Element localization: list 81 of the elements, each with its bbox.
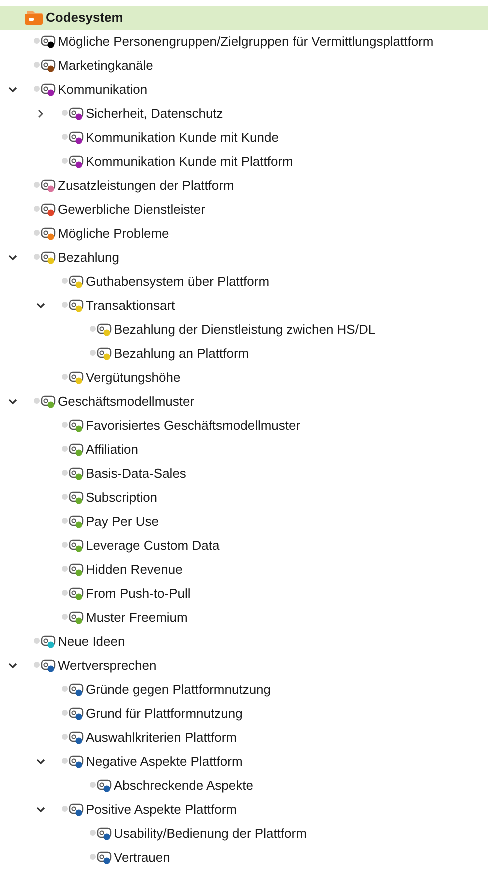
code-label[interactable]: Bezahlung der Dienstleistung zwichen HS/DL [114, 320, 376, 340]
code-label[interactable]: Zusatzleistungen der Plattform [58, 176, 234, 196]
code-label[interactable]: Leverage Custom Data [86, 536, 220, 556]
chevron-down-icon[interactable] [8, 397, 18, 407]
code-tag-icon [34, 59, 56, 73]
code-label[interactable]: Sicherheit, Datenschutz [86, 104, 224, 124]
code-label[interactable]: Hidden Revenue [86, 560, 183, 580]
code-tag-icon [62, 107, 84, 121]
code-tag-icon [62, 131, 84, 145]
code-label[interactable]: Favorisiertes Geschäftsmodellmuster [86, 416, 301, 436]
code-tag-icon [62, 419, 84, 433]
code-tag-icon [62, 587, 84, 601]
code-tag-icon [62, 275, 84, 289]
folder-icon [24, 10, 44, 26]
code-label[interactable]: Kommunikation Kunde mit Kunde [86, 128, 279, 148]
code-tag-icon [90, 827, 112, 841]
code-label[interactable]: Vergütungshöhe [86, 368, 181, 388]
code-label[interactable]: Negative Aspekte Plattform [86, 752, 243, 772]
code-tag-icon [90, 851, 112, 865]
code-tag-icon [34, 203, 56, 217]
code-label[interactable]: Subscription [86, 488, 158, 508]
code-label[interactable]: Mögliche Probleme [58, 224, 170, 244]
chevron-down-icon[interactable] [8, 661, 18, 671]
code-label[interactable]: Bezahlung an Plattform [114, 344, 250, 364]
code-tag-icon [34, 35, 56, 49]
code-tag-icon [34, 659, 56, 673]
root-row[interactable]: Codesystem [0, 6, 488, 30]
code-tag-icon [62, 299, 84, 313]
code-tag-icon [62, 443, 84, 457]
chevron-down-icon[interactable] [36, 757, 46, 767]
code-tag-icon [34, 227, 56, 241]
code-label[interactable]: Bezahlung [58, 248, 120, 268]
code-label[interactable]: From Push-to-Pull [86, 584, 191, 604]
chevron-down-icon[interactable] [36, 301, 46, 311]
code-label[interactable]: Muster Freemium [86, 608, 188, 628]
code-label[interactable]: Geschäftsmodellmuster [58, 392, 195, 412]
code-tag-icon [62, 803, 84, 817]
code-tag-icon [62, 515, 84, 529]
code-tag-icon [62, 707, 84, 721]
code-tag-icon [62, 491, 84, 505]
code-label[interactable]: Grund für Plattformnutzung [86, 704, 243, 724]
code-tag-icon [34, 635, 56, 649]
code-tag-icon [62, 467, 84, 481]
code-label[interactable]: Guthabensystem über Plattform [86, 272, 270, 292]
code-label[interactable]: Abschreckende Aspekte [114, 776, 254, 796]
code-tag-icon [62, 371, 84, 385]
code-label[interactable]: Transaktionsart [86, 296, 176, 316]
code-tag-icon [62, 731, 84, 745]
code-tag-icon [90, 779, 112, 793]
code-label[interactable]: Usability/Bedienung der Plattform [114, 824, 307, 844]
code-label[interactable]: Vertrauen [114, 848, 170, 868]
code-label[interactable]: Pay Per Use [86, 512, 159, 532]
chevron-down-icon[interactable] [8, 85, 18, 95]
chevron-down-icon[interactable] [8, 253, 18, 263]
code-label[interactable]: Neue Ideen [58, 632, 126, 652]
code-label[interactable]: Auswahlkriterien Plattform [86, 728, 237, 748]
code-tag-icon [34, 395, 56, 409]
code-label[interactable]: Kommunikation Kunde mit Plattform [86, 152, 294, 172]
chevron-right-icon[interactable] [36, 109, 46, 119]
code-tag-icon [34, 83, 56, 97]
code-label[interactable]: Gewerbliche Dienstleister [58, 200, 206, 220]
code-tag-icon [62, 539, 84, 553]
code-tag-icon [62, 563, 84, 577]
code-tag-icon [34, 179, 56, 193]
code-label[interactable]: Marketingkanäle [58, 56, 154, 76]
code-tag-icon [62, 155, 84, 169]
chevron-down-icon[interactable] [36, 805, 46, 815]
code-tag-icon [62, 683, 84, 697]
code-tag-icon [90, 347, 112, 361]
code-tag-icon [90, 323, 112, 337]
code-tag-icon [62, 755, 84, 769]
root-label: Codesystem [46, 9, 124, 28]
code-label[interactable]: Mögliche Personengruppen/Zielgruppen für Vermittlungsplattform [58, 32, 434, 52]
code-label[interactable]: Kommunikation [58, 80, 148, 100]
code-label[interactable]: Basis-Data-Sales [86, 464, 186, 484]
code-label[interactable]: Gründe gegen Plattformnutzung [86, 680, 272, 700]
code-tag-icon [34, 251, 56, 265]
code-label[interactable]: Affiliation [86, 440, 139, 460]
code-label[interactable]: Positive Aspekte Plattform [86, 800, 238, 820]
code-tag-icon [62, 611, 84, 625]
code-label[interactable]: Wertversprechen [58, 656, 157, 676]
